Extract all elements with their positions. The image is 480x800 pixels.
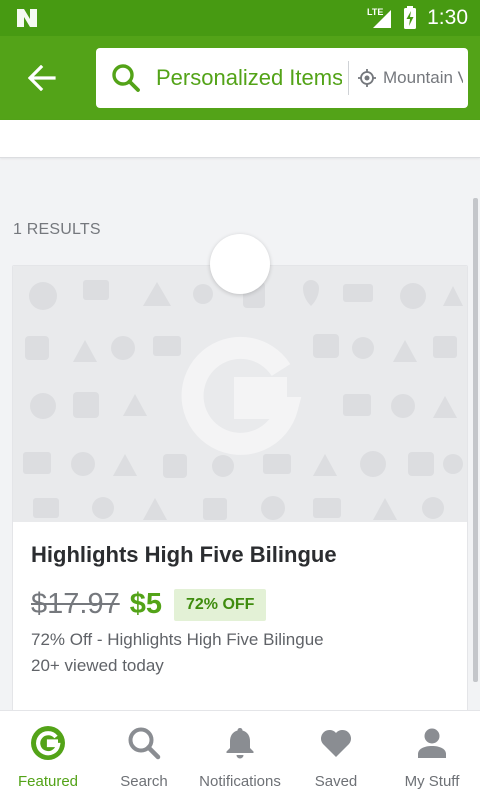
deal-price: $5 [129,588,162,620]
nav-item-saved[interactable]: Saved [288,711,384,800]
person-icon [418,728,446,758]
original-price: $17.97 [31,588,120,620]
battery-charging-icon [404,6,417,29]
search-icon [112,64,140,92]
app-bar: Personalized Items Mountain View [0,36,480,120]
filter-strip [0,120,480,158]
location-text[interactable]: Mountain View [383,68,463,88]
nav-item-search[interactable]: Search [96,711,192,800]
arrow-back-icon [28,65,56,91]
location-target-icon [358,69,376,87]
search-icon [128,727,161,760]
bottom-navigation: Featured Search Notifications Saved My S… [0,710,480,800]
deal-subtitle: 72% Off - Highlights High Five Bilingue [31,630,324,649]
bell-icon [226,728,254,759]
back-button[interactable] [18,60,66,96]
nav-item-notifications[interactable]: Notifications [192,711,288,800]
nav-item-my-stuff[interactable]: My Stuff [384,711,480,800]
heart-icon [320,729,352,757]
svg-text:LTE: LTE [367,7,383,17]
placeholder-pattern-icon [23,280,463,520]
scrollbar[interactable] [473,198,478,682]
lte-signal-icon: LTE [367,7,392,28]
groupon-g-icon [31,726,65,760]
results-count: 1 RESULTS [13,221,101,238]
loading-indicator [210,234,270,294]
deal-views: 20+ viewed today [31,656,164,675]
nav-label-my-stuff: My Stuff [404,773,460,790]
search-divider [348,61,349,95]
deal-title: Highlights High Five Bilingue [31,542,337,567]
status-bar: LTE 1:30 [0,0,480,36]
price-row: $17.97 $5 72% OFF [31,588,267,621]
deal-card[interactable]: Highlights High Five Bilingue $17.97 $5 … [12,265,468,725]
deal-image-placeholder [13,266,467,522]
nav-label-saved: Saved [314,773,358,790]
nav-label-notifications: Notifications [199,773,281,790]
status-indicators: LTE 1:30 [367,0,468,36]
status-time: 1:30 [427,6,468,29]
notification-n-icon [17,9,37,27]
nav-label-search: Search [120,773,168,790]
nav-label-featured: Featured [17,773,79,790]
discount-badge: 72% OFF [173,588,267,621]
search-box[interactable]: Personalized Items Mountain View [96,48,468,108]
nav-item-featured[interactable]: Featured [0,711,96,800]
search-query-text[interactable]: Personalized Items [156,65,342,91]
